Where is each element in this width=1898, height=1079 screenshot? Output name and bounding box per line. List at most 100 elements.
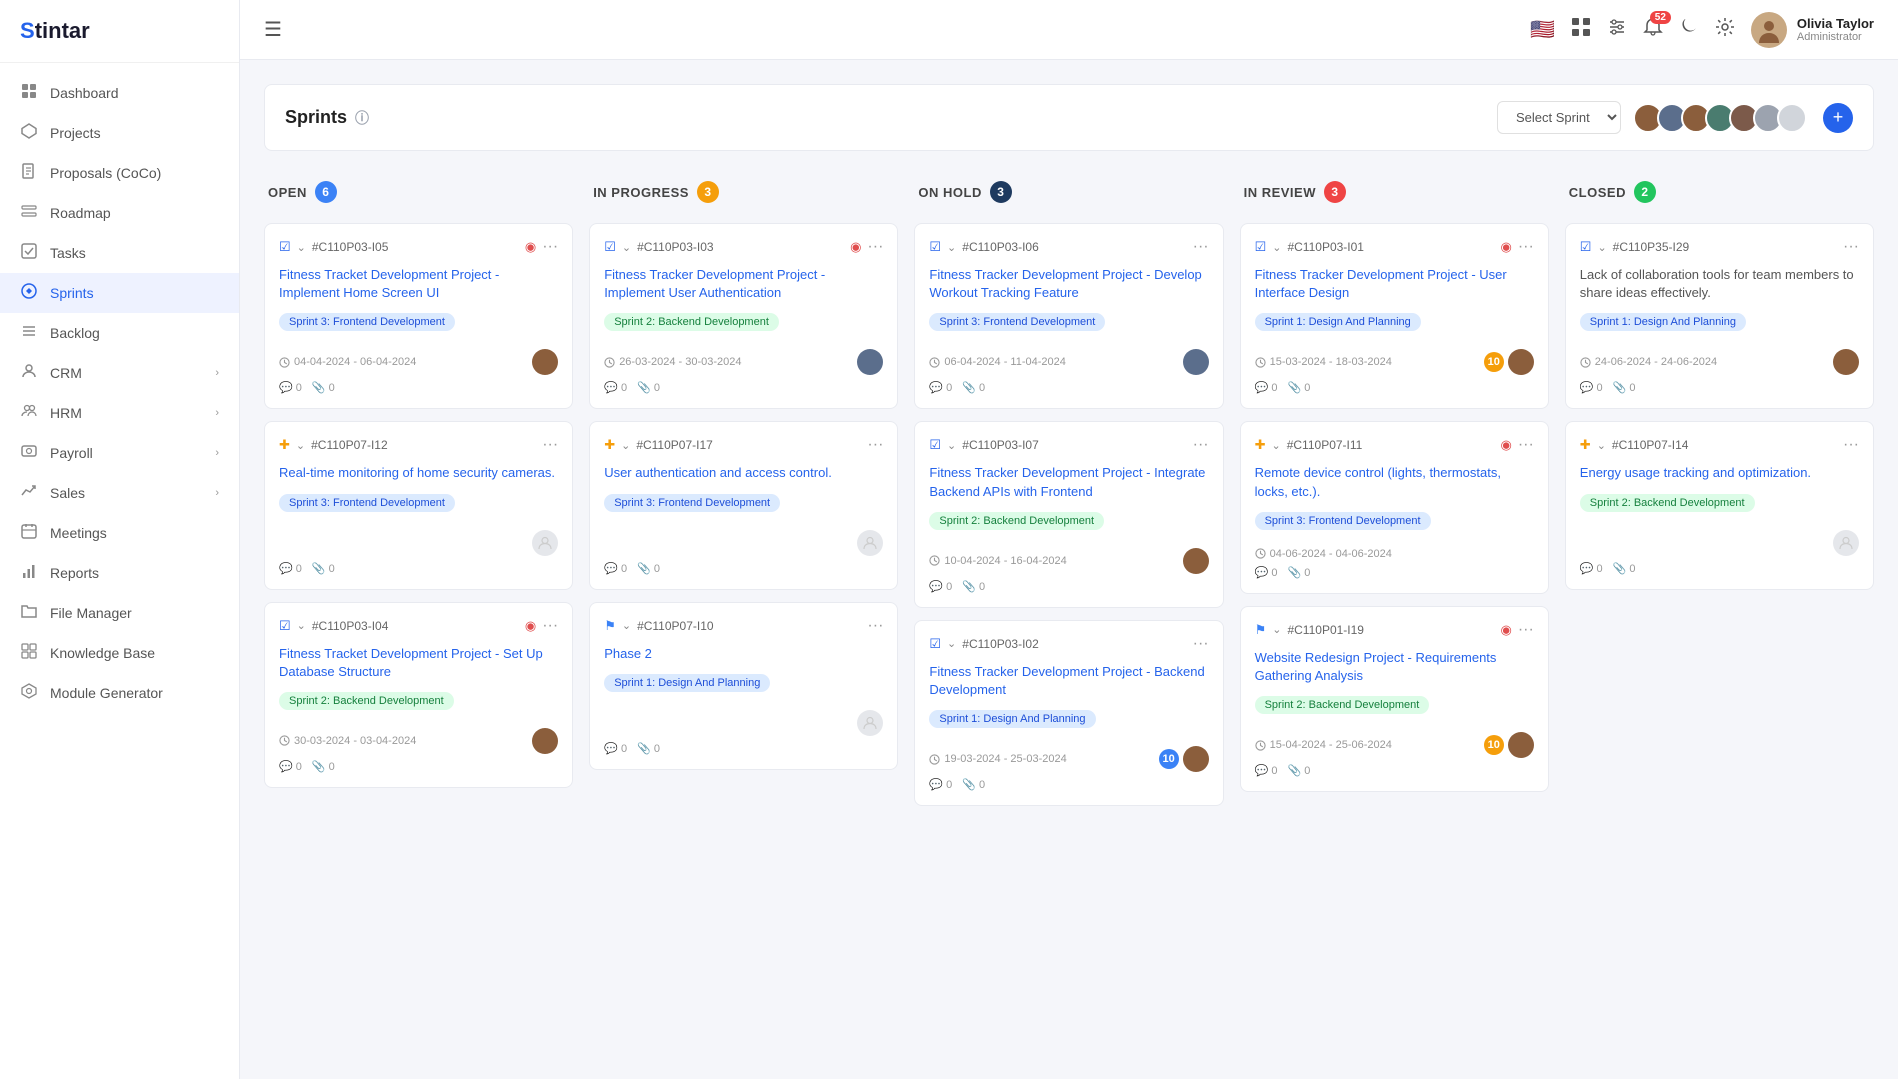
sidebar-item-tasks[interactable]: Tasks: [0, 233, 239, 273]
sidebar-item-sales[interactable]: Sales ›: [0, 473, 239, 513]
card-c110p07-i14[interactable]: ✚ ⌄ #C110P07-I14 ··· Energy usage tracki…: [1565, 421, 1874, 589]
language-flag[interactable]: 🇺🇸: [1530, 17, 1555, 42]
module-generator-icon: [20, 683, 38, 703]
priority-icon: ◉: [525, 239, 536, 255]
column-in-review: IN REVIEW 3 ☑ ⌄ #C110P03-I01 ◉ ··· Fitne…: [1240, 171, 1549, 804]
card-c110p03-i01[interactable]: ☑ ⌄ #C110P03-I01 ◉ ··· Fitness Tracker D…: [1240, 223, 1549, 409]
card-c110p07-i11[interactable]: ✚ ⌄ #C110P07-I11 ◉ ··· Remote device con…: [1240, 421, 1549, 593]
more-icon[interactable]: ···: [1518, 238, 1534, 256]
ghost-avatar: [857, 530, 883, 556]
card-meta: 26-03-2024 - 30-03-2024: [604, 349, 883, 375]
card-meta: 04-04-2024 - 06-04-2024: [279, 349, 558, 375]
card-dates: 04-04-2024 - 06-04-2024: [279, 356, 416, 368]
notification-icon[interactable]: 52: [1643, 17, 1663, 42]
sprint-tag: Sprint 3: Frontend Development: [279, 313, 455, 331]
expand-icon: ⌄: [1272, 241, 1281, 254]
more-icon[interactable]: ···: [1843, 436, 1859, 454]
menu-toggle[interactable]: ☰: [264, 17, 282, 42]
more-icon[interactable]: ···: [1193, 238, 1209, 256]
card-check-icon: ☑: [929, 437, 941, 453]
apps-icon[interactable]: [1571, 17, 1591, 42]
sidebar-item-hrm[interactable]: HRM ›: [0, 393, 239, 433]
card-header: ✚ ⌄ #C110P07-I11 ◉ ···: [1255, 436, 1534, 454]
sidebar-item-meetings[interactable]: Meetings: [0, 513, 239, 553]
sidebar-item-label: Projects: [50, 125, 101, 141]
comment-count: 💬 0: [279, 760, 302, 773]
sidebar-item-label: Sprints: [50, 285, 94, 301]
priority-icon: ◉: [1500, 622, 1511, 638]
card-id: #C110P07-I12: [311, 438, 388, 452]
sprint-select[interactable]: Select Sprint: [1497, 101, 1621, 134]
more-icon[interactable]: ···: [867, 238, 883, 256]
card-c110p03-i02[interactable]: ☑ ⌄ #C110P03-I02 ··· Fitness Tracker Dev…: [914, 620, 1223, 806]
notification-badge: 52: [1650, 11, 1671, 24]
sidebar-item-label: Dashboard: [50, 85, 119, 101]
more-icon[interactable]: ···: [1518, 621, 1534, 639]
column-label-open: OPEN: [268, 185, 307, 200]
card-c110p35-i29[interactable]: ☑ ⌄ #C110P35-I29 ··· Lack of collaborati…: [1565, 223, 1874, 409]
more-icon[interactable]: ···: [867, 436, 883, 454]
user-role: Administrator: [1797, 31, 1874, 43]
avatar-overflow: [1777, 103, 1807, 133]
column-header-in-review: IN REVIEW 3: [1240, 171, 1549, 213]
column-open: OPEN 6 ☑ ⌄ #C110P03-I05 ◉ ··· Fitness Tr…: [264, 171, 573, 800]
sprint-tag: Sprint 3: Frontend Development: [929, 313, 1105, 331]
expand-icon: ⌄: [947, 637, 956, 650]
card-meta: [604, 710, 883, 736]
card-c110p07-i17[interactable]: ✚ ⌄ #C110P07-I17 ··· User authentication…: [589, 421, 898, 589]
ghost-avatar: [532, 530, 558, 556]
more-icon[interactable]: ···: [1193, 635, 1209, 653]
card-meta: 30-03-2024 - 03-04-2024: [279, 728, 558, 754]
settings-icon[interactable]: [1715, 17, 1735, 42]
card-c110p03-i06[interactable]: ☑ ⌄ #C110P03-I06 ··· Fitness Tracker Dev…: [914, 223, 1223, 409]
card-header: ☑ ⌄ #C110P03-I05 ◉ ···: [279, 238, 558, 256]
header-actions: 🇺🇸 52 Olivia Taylor: [1530, 12, 1874, 48]
sidebar-item-backlog[interactable]: Backlog: [0, 313, 239, 353]
attachment-count: 📎 0: [962, 778, 985, 791]
attachment-count: 📎 0: [1287, 566, 1310, 579]
card-c110p03-i07[interactable]: ☑ ⌄ #C110P03-I07 ··· Fitness Tracker Dev…: [914, 421, 1223, 607]
add-sprint-button[interactable]: +: [1823, 103, 1853, 133]
card-c110p03-i04[interactable]: ☑ ⌄ #C110P03-I04 ◉ ··· Fitness Tracket D…: [264, 602, 573, 788]
adjust-icon[interactable]: [1607, 17, 1627, 42]
more-icon[interactable]: ···: [1518, 436, 1534, 454]
card-c110p03-i05[interactable]: ☑ ⌄ #C110P03-I05 ◉ ··· Fitness Tracket D…: [264, 223, 573, 409]
sidebar-item-roadmap[interactable]: Roadmap: [0, 193, 239, 233]
card-c110p03-i03[interactable]: ☑ ⌄ #C110P03-I03 ◉ ··· Fitness Tracker D…: [589, 223, 898, 409]
sidebar-item-knowledge-base[interactable]: Knowledge Base: [0, 633, 239, 673]
card-c110p01-i19[interactable]: ⚑ ⌄ #C110P01-I19 ◉ ··· Website Redesign …: [1240, 606, 1549, 792]
more-icon[interactable]: ···: [1843, 238, 1859, 256]
dark-mode-icon[interactable]: [1679, 17, 1699, 42]
sidebar-item-crm[interactable]: CRM ›: [0, 353, 239, 393]
card-c110p07-i10[interactable]: ⚑ ⌄ #C110P07-I10 ··· Phase 2 Sprint 1: D…: [589, 602, 898, 770]
card-footer: 💬 0 📎 0: [604, 562, 883, 575]
sprint-tag: Sprint 2: Backend Development: [604, 313, 779, 331]
card-c110p07-i12[interactable]: ✚ ⌄ #C110P07-I12 ··· Real-time monitorin…: [264, 421, 573, 589]
sidebar-item-reports[interactable]: Reports: [0, 553, 239, 593]
sidebar-item-module-generator[interactable]: Module Generator: [0, 673, 239, 713]
sprint-tag: Sprint 3: Frontend Development: [604, 494, 780, 512]
more-icon[interactable]: ···: [867, 617, 883, 635]
sidebar-item-sprints[interactable]: Sprints: [0, 273, 239, 313]
more-icon[interactable]: ···: [542, 238, 558, 256]
sidebar-item-proposals[interactable]: Proposals (CoCo): [0, 153, 239, 193]
more-icon[interactable]: ···: [1193, 436, 1209, 454]
comment-count: 💬 0: [604, 381, 627, 394]
file-manager-icon: [20, 603, 38, 623]
more-icon[interactable]: ···: [542, 617, 558, 635]
column-count-open: 6: [315, 181, 337, 203]
card-meta: 15-03-2024 - 18-03-2024 10: [1255, 349, 1534, 375]
sidebar-item-dashboard[interactable]: Dashboard: [0, 73, 239, 113]
attachment-count: 📎 0: [1287, 764, 1310, 777]
meetings-icon: [20, 523, 38, 543]
card-id: #C110P03-I06: [962, 240, 1039, 254]
info-icon[interactable]: ⓘ: [355, 108, 369, 128]
user-profile[interactable]: Olivia Taylor Administrator: [1751, 12, 1874, 48]
sprint-tag: Sprint 3: Frontend Development: [1255, 512, 1431, 530]
sidebar-item-projects[interactable]: Projects: [0, 113, 239, 153]
sidebar-item-label: CRM: [50, 365, 82, 381]
sidebar-item-file-manager[interactable]: File Manager: [0, 593, 239, 633]
more-icon[interactable]: ···: [542, 436, 558, 454]
sidebar-item-payroll[interactable]: Payroll ›: [0, 433, 239, 473]
count-badge: 10: [1484, 735, 1504, 755]
